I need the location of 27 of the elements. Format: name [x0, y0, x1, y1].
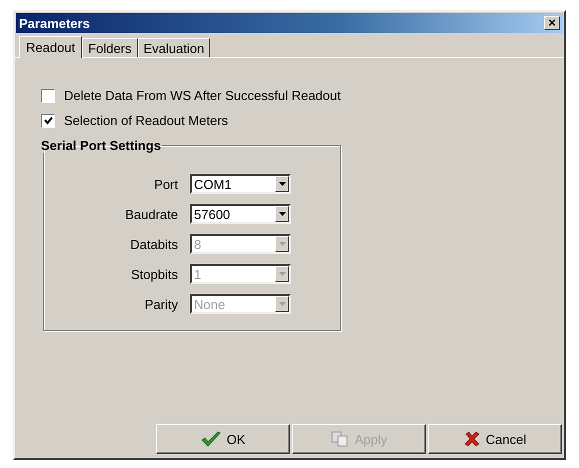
- tab[interactable]: Folders: [82, 38, 138, 57]
- cross-icon: [464, 431, 480, 447]
- dropdown[interactable]: COM1: [190, 174, 291, 194]
- caret-icon: [278, 242, 286, 246]
- check-icon: [200, 431, 221, 447]
- caret-icon: [278, 212, 286, 216]
- tab[interactable]: Readout: [19, 36, 82, 58]
- ok-button[interactable]: OK: [156, 424, 290, 454]
- field-label: Parity: [144, 296, 178, 312]
- caret-icon: [278, 182, 286, 186]
- cancel-button[interactable]: Cancel: [428, 424, 562, 454]
- caret-icon: [278, 302, 286, 306]
- group-title: Serial Port Settings: [40, 138, 162, 153]
- field-label: Databits: [129, 236, 178, 252]
- field-label: Baudrate: [124, 206, 178, 222]
- field-label: Port: [153, 176, 178, 192]
- field-label: Stopbits: [130, 266, 178, 282]
- window-title: Parameters: [19, 16, 90, 30]
- dropdown[interactable]: 57600: [190, 204, 291, 224]
- checkbox-label: Selection of Readout Meters: [64, 113, 228, 128]
- checkbox[interactable]: [41, 88, 55, 102]
- tab[interactable]: Evaluation: [138, 38, 210, 57]
- caret-icon: [278, 272, 286, 276]
- close-button[interactable]: ×: [544, 16, 560, 30]
- checkbox[interactable]: [41, 114, 55, 128]
- documents-icon: [330, 431, 349, 447]
- checkbox-label: Delete Data From WS After Successful Readout: [64, 88, 341, 103]
